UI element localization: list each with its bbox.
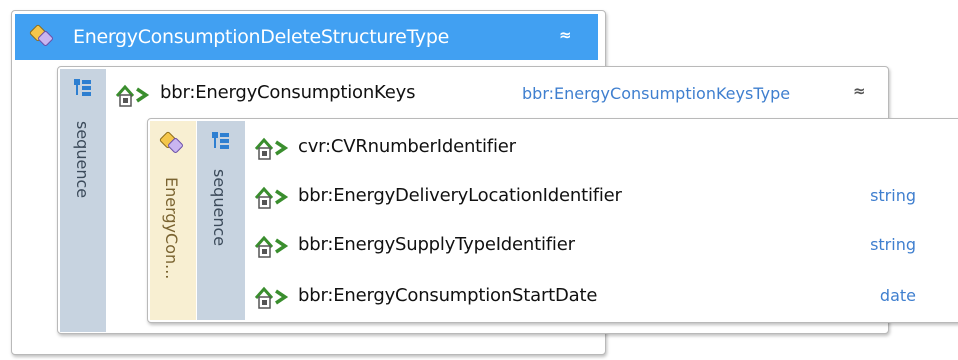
root-header[interactable]: EnergyConsumptionDeleteStructureType ≈ — [15, 14, 598, 60]
element-icon — [254, 137, 289, 160]
element-icon — [254, 235, 289, 258]
child-element-type: date — [879, 286, 916, 305]
root-type-name: EnergyConsumptionDeleteStructureType — [73, 26, 450, 48]
sequence-label: sequence — [73, 121, 92, 199]
element-icon — [115, 84, 150, 107]
child-element-type: string — [870, 186, 916, 205]
keys-element-type: bbr:EnergyConsumptionKeysType — [522, 84, 791, 103]
keys-element-name: bbr:EnergyConsumptionKeys — [160, 82, 416, 103]
sequence-icon — [212, 132, 229, 149]
sequence-icon — [74, 79, 91, 96]
element-icon — [254, 286, 289, 309]
child-element-name: cvr:CVRnumberIdentifier — [298, 136, 516, 157]
complex-type-name: EnergyCon... — [162, 177, 181, 280]
complex-type-bar[interactable]: EnergyCon... — [150, 121, 196, 320]
collapse-icon[interactable]: ≈ — [853, 84, 866, 99]
complex-type-icon — [159, 131, 183, 153]
complex-type-icon — [29, 24, 53, 46]
collapse-icon[interactable]: ≈ — [559, 28, 572, 43]
element-icon — [254, 186, 289, 209]
sequence-compositor[interactable]: sequence — [60, 69, 106, 332]
child-element-name: bbr:EnergyDeliveryLocationIdentifier — [298, 185, 622, 206]
sequence-label: sequence — [210, 169, 229, 247]
child-element-name: bbr:EnergyConsumptionStartDate — [298, 285, 598, 306]
child-element-name: bbr:EnergySupplyTypeIdentifier — [298, 234, 575, 255]
child-element-type: string — [870, 235, 916, 254]
sequence-compositor[interactable]: sequence — [197, 121, 245, 320]
